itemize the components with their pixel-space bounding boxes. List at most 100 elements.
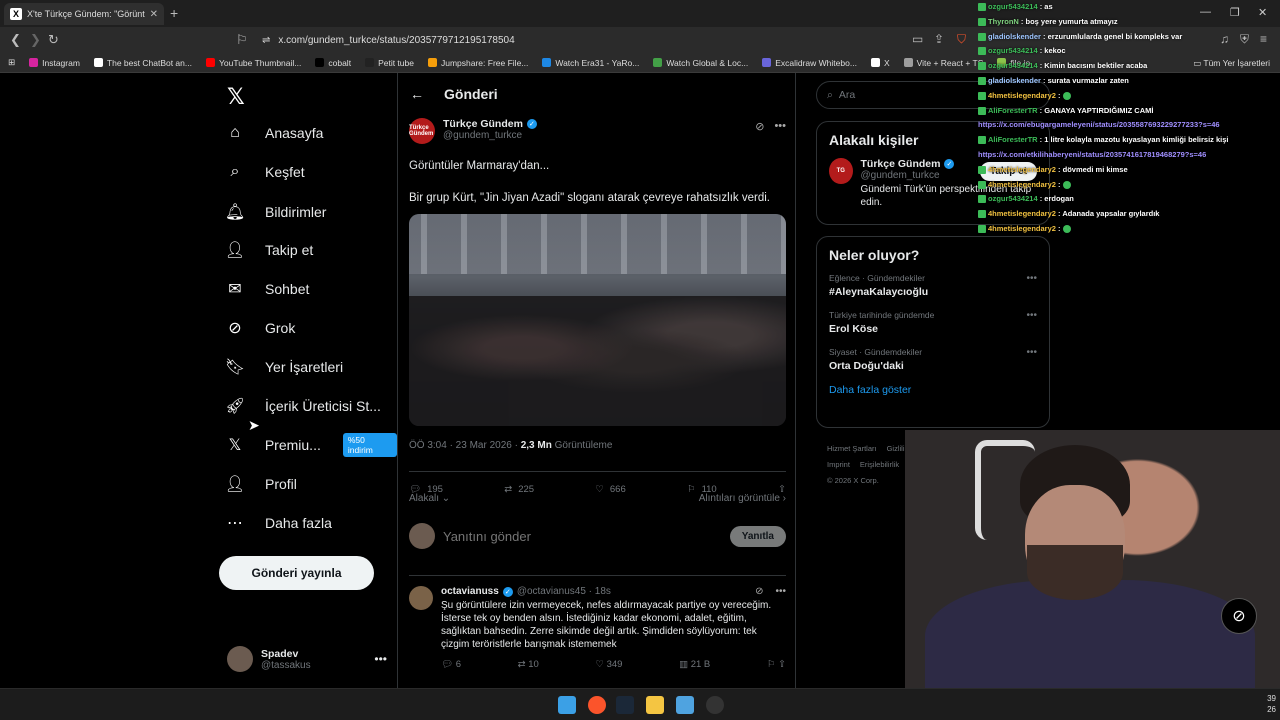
show-more-link[interactable]: Daha fazla göster: [829, 384, 1037, 396]
bookmark-item[interactable]: Watch Era31 - YaRo...: [542, 58, 639, 68]
url-field[interactable]: ⇌ x.com/gundem_turkce/status/20357797121…: [258, 30, 958, 50]
kick-badge-icon: [978, 180, 986, 189]
bookmark-item[interactable]: X: [870, 58, 890, 68]
sidebar-item-follow[interactable]: 👤︎ Takip et: [219, 233, 313, 267]
avatar[interactable]: [409, 586, 433, 610]
post-button[interactable]: Gönderi yayınla: [219, 556, 374, 590]
chart-icon: ▥: [679, 659, 691, 670]
app-icon[interactable]: [706, 696, 724, 714]
sidebar-item-bookmark[interactable]: 🔖︎ Yer İşaretleri: [219, 350, 343, 384]
chat-link[interactable]: https://x.com/ebugargameleyeni/status/20…: [978, 120, 1220, 129]
bookmark-item[interactable]: Jumpshare: Free File...: [427, 58, 528, 68]
stream-chat-overlay: ozgur5434214 : as ThyronN : boş yere yumu…: [978, 0, 1278, 237]
post-video[interactable]: [409, 214, 786, 427]
author-avatar[interactable]: Türkçe Gündem: [409, 118, 435, 144]
verified-badge-icon: ✓: [502, 586, 513, 597]
sidebar-item-home[interactable]: ⌂ Anasayfa: [219, 116, 323, 150]
bookmark-item[interactable]: The best ChatBot an...: [93, 58, 192, 68]
author-name[interactable]: Türkçe Gündem: [443, 118, 523, 130]
sidebar-item-person[interactable]: 👤︎ Profil: [219, 467, 297, 501]
back-arrow-icon[interactable]: ←: [410, 86, 424, 102]
more-icon[interactable]: •••: [775, 586, 786, 597]
back-icon[interactable]: ❮: [10, 32, 21, 48]
x-logo-icon[interactable]: 𝕏: [227, 84, 245, 110]
steam-icon[interactable]: [616, 696, 634, 714]
share-icon[interactable]: ⇪: [934, 32, 944, 46]
avatar[interactable]: TG: [829, 158, 853, 184]
reply-input[interactable]: [443, 528, 722, 544]
browser-tab[interactable]: X X'te Türkçe Gündem: "Görünt ✕: [4, 3, 164, 25]
forward-icon[interactable]: ❯: [30, 32, 41, 48]
new-tab-icon[interactable]: +: [170, 5, 178, 21]
more-icon[interactable]: •••: [1026, 310, 1037, 321]
brave-shield-icon[interactable]: ⛉: [957, 32, 966, 47]
sidebar-item-label: Keşfet: [265, 164, 305, 180]
windows-start-icon[interactable]: [558, 696, 576, 714]
post-actions: 💬︎ 195 ⇄ 225 ♡ 666 ⚐ 110 ⇪: [409, 471, 786, 495]
footer-link[interactable]: Erişilebilirlik: [860, 460, 899, 469]
bookmark-item[interactable]: Vite + React + TS: [903, 58, 983, 68]
relevance-dropdown[interactable]: Alakalı ⌄: [409, 493, 450, 504]
sidebar-item-search[interactable]: ⌕ Keşfet: [219, 155, 305, 189]
system-clock: 39 26: [1267, 694, 1276, 714]
photos-icon[interactable]: [676, 696, 694, 714]
author-handle[interactable]: @gundem_turkce: [443, 130, 537, 141]
sidebar-item-grok[interactable]: ⊘ Grok: [219, 311, 295, 345]
bookmark-action[interactable]: ⚐ ⇪: [767, 659, 786, 670]
reply-tweet[interactable]: octavianuss ✓ @octavianus45 · 18s ⊘ ••• …: [409, 575, 786, 670]
footer-link[interactable]: © 2026 X Corp.: [827, 476, 879, 485]
apps-grid-icon[interactable]: ⊞: [8, 57, 15, 68]
close-tab-icon[interactable]: ✕: [150, 9, 158, 20]
chat-username: ozgur5434214: [988, 2, 1038, 11]
post-author[interactable]: Türkçe Gündem Türkçe Gündem ✓ @gundem_tur…: [409, 118, 786, 144]
folder-icon[interactable]: [646, 696, 664, 714]
trend-item[interactable]: Türkiye tarihinde gündemde Erol Köse •••: [829, 310, 1037, 335]
bookmark-item[interactable]: Instagram: [29, 58, 80, 68]
reply-action[interactable]: 💬︎ 6: [441, 659, 461, 670]
account-switcher[interactable]: Spadev @tassakus •••: [227, 642, 387, 676]
grok-icon[interactable]: ⊘: [755, 120, 764, 133]
site-info-icon[interactable]: ⇌: [262, 35, 270, 46]
reply-button[interactable]: Yanıtla: [729, 525, 786, 547]
sidebar-item-mail[interactable]: ✉ Sohbet: [219, 272, 309, 306]
sidebar-item-x-logo[interactable]: 𝕏 Premiu... %50 indirim: [219, 428, 397, 462]
sidebar-item-rocket[interactable]: 🚀︎ İçerik Üreticisi St...: [219, 389, 381, 423]
more-icon[interactable]: •••: [374, 652, 387, 666]
footer-link[interactable]: Hizmet Şartları: [827, 444, 877, 453]
url-text: x.com/gundem_turkce/status/2035779712195…: [278, 34, 515, 46]
view-quotes-link[interactable]: Alıntıları görüntüle ›: [699, 493, 786, 504]
premium-discount-badge[interactable]: %50 indirim: [342, 433, 397, 457]
repost-action[interactable]: ⇄ 10: [518, 659, 539, 670]
bookmark-item[interactable]: Watch Global & Loc...: [653, 58, 748, 68]
bookmark-item[interactable]: Petit tube: [365, 58, 414, 68]
reload-icon[interactable]: ↻: [48, 32, 59, 48]
reply-author-handle[interactable]: @octavianus45 · 18s: [517, 586, 611, 597]
chat-username: gladiolskender: [988, 75, 1041, 85]
more-icon[interactable]: •••: [1026, 347, 1037, 358]
rocket-icon: 🚀︎: [224, 398, 246, 415]
more-icon[interactable]: •••: [774, 120, 786, 133]
person-icon: 👤︎: [224, 476, 246, 493]
sidebar-item-label: Anasayfa: [265, 125, 324, 141]
footer-link[interactable]: Imprint: [827, 460, 850, 469]
bookmark-item[interactable]: YouTube Thumbnail...: [205, 58, 301, 68]
more-icon[interactable]: •••: [1026, 273, 1037, 284]
reply-author-name[interactable]: octavianuss: [441, 586, 499, 597]
grok-icon[interactable]: ⊘: [755, 586, 763, 597]
trend-item[interactable]: Eğlence · Gündemdekiler #AleynaKalaycıoğl…: [829, 273, 1037, 298]
brave-icon[interactable]: [588, 696, 606, 714]
bookmark-favicon-icon: [870, 58, 880, 67]
sidebar-item-more-circle[interactable]: ⋯ Daha fazla: [219, 506, 332, 540]
views-action[interactable]: ▥ 21 B: [679, 659, 710, 670]
cast-icon[interactable]: ▭: [912, 32, 923, 46]
post-time[interactable]: ÖÖ 3:04 · 23 Mar 2026 ·: [409, 440, 521, 451]
bookmark-item[interactable]: cobalt: [315, 58, 351, 68]
grok-floating-button[interactable]: ⊘: [1221, 598, 1257, 634]
bookmark-item[interactable]: Excalidraw Whitebo...: [762, 58, 857, 68]
bookmark-page-icon[interactable]: ⚐: [236, 32, 248, 48]
trend-item[interactable]: Siyaset · Gündemdekiler Orta Doğu'daki •••: [829, 347, 1037, 372]
chat-link[interactable]: https://x.com/etkilihaberyeni/status/203…: [978, 150, 1206, 159]
like-action[interactable]: ♡ 349: [595, 659, 622, 670]
sidebar-item-bell[interactable]: 🔔︎ Bildirimler: [219, 195, 327, 229]
kick-badge-icon: [978, 62, 986, 71]
